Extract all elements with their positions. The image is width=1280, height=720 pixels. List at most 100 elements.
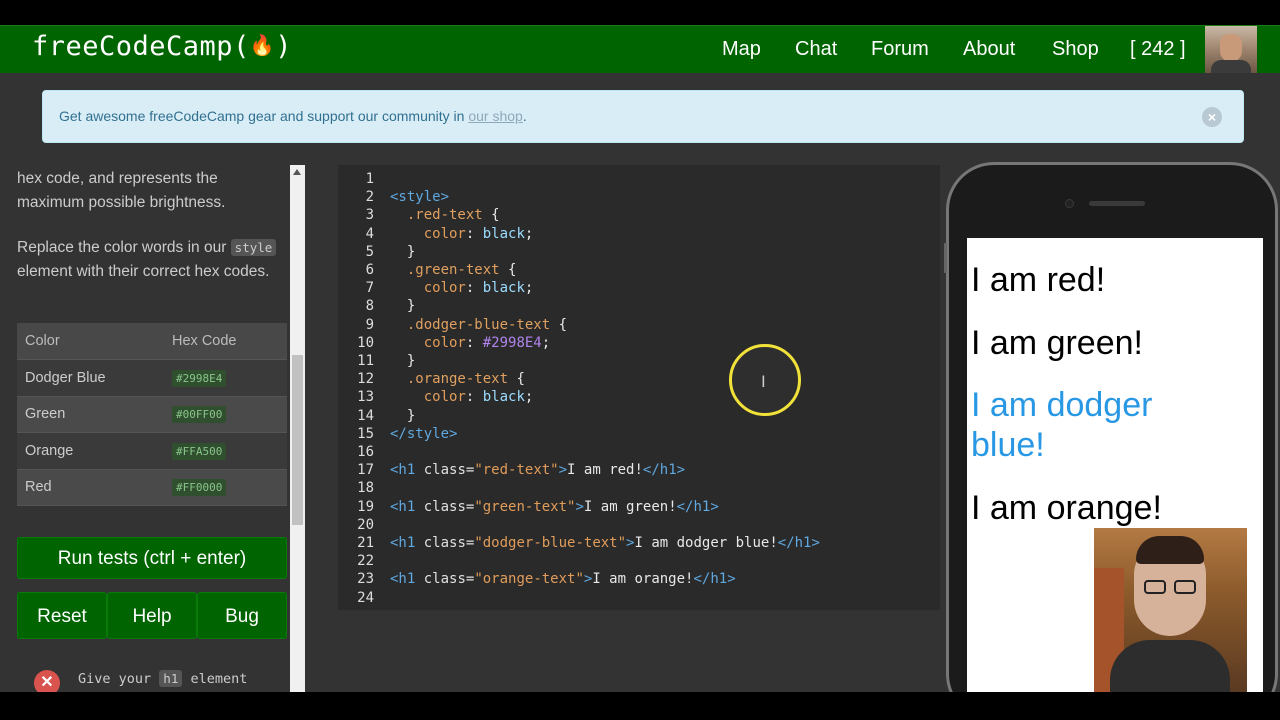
code-content[interactable]: color: #2998E4; [390,334,550,352]
code-content[interactable]: .orange-text { [390,370,525,388]
code-content[interactable]: } [390,297,415,315]
preview-heading-orange: I am orange! [971,489,1162,527]
line-number: 10 [357,334,374,351]
code-line[interactable]: 11 } [338,352,938,370]
code-line[interactable]: 3 .red-text { [338,206,938,224]
code-content[interactable]: } [390,352,415,370]
scroll-up-arrow-icon[interactable] [293,169,301,175]
avatar[interactable] [1205,26,1257,73]
points-counter[interactable]: [ 242 ] [1130,38,1186,61]
code-content[interactable]: </style> [390,425,457,443]
code-line[interactable]: 10 color: #2998E4; [338,334,938,352]
test-failed-icon: ✕ [34,670,60,692]
code-line[interactable]: 1 [338,170,938,188]
table-row: Green #00FF00 [17,396,287,433]
code-content[interactable]: <style> [390,188,449,206]
code-line[interactable]: 7 color: black; [338,279,938,297]
close-icon[interactable]: × [1202,107,1222,127]
test-description: Give your h1 element [78,670,248,687]
code-content[interactable]: color: black; [390,388,534,406]
code-line[interactable]: 12 .orange-text { [338,370,938,388]
instructions-scrollbar[interactable] [290,165,305,692]
code-content[interactable]: <h1 class="dodger-blue-text">I am dodger… [390,534,820,552]
nav-link-about[interactable]: About [963,38,1015,61]
table-cell-hex: #FF0000 [164,469,287,506]
screen: freeCodeCamp(🔥) Map Chat Forum About Sho… [0,0,1280,720]
nav-link-chat[interactable]: Chat [795,38,837,61]
line-number: 16 [357,444,374,460]
line-number: 11 [357,353,374,369]
line-number: 13 [357,389,374,406]
line-number: 12 [357,371,374,388]
preview-heading-dodger-blue: I am dodger blue! [971,386,1153,464]
code-line[interactable]: 22 [338,552,938,570]
nav-link-shop[interactable]: Shop [1052,38,1099,61]
banner-message: Get awesome freeCodeCamp gear and suppor… [59,108,469,124]
line-number: 7 [365,280,374,297]
code-content[interactable]: } [390,243,415,261]
line-number: 21 [357,535,374,551]
code-line[interactable]: 4 color: black; [338,225,938,243]
line-number: 15 [357,425,374,442]
code-line[interactable]: 16 [338,443,938,461]
code-content[interactable]: .green-text { [390,261,517,279]
line-number: 24 [357,589,374,606]
table-cell-hex: #2998E4 [164,359,287,397]
code-line[interactable]: 18 [338,479,938,497]
code-line[interactable]: 15 </style> [338,425,938,443]
code-content[interactable]: } [390,407,415,425]
code-line[interactable]: 20 [338,516,938,534]
bug-button[interactable]: Bug [197,592,287,639]
scrollbar-thumb[interactable] [292,355,303,525]
code-line[interactable]: 17 <h1 class="red-text">I am red!</h1> [338,461,938,479]
code-line[interactable]: 13 color: black; [338,388,938,406]
hex-code: #FFA500 [172,442,227,460]
line-number: 20 [357,516,374,533]
reset-button[interactable]: Reset [17,592,107,639]
help-button[interactable]: Help [107,592,197,639]
logo[interactable]: freeCodeCamp(🔥) [32,31,292,62]
color-table: Color Hex Code Dodger Blue #2998E4 Green… [17,323,287,506]
code-line[interactable]: 23 <h1 class="orange-text">I am orange!</… [338,570,938,588]
avatar-face [1220,34,1242,62]
line-number: 2 [365,189,374,206]
code-content[interactable]: <h1 class="orange-text">I am orange!</h1… [390,570,736,588]
code-line[interactable]: 6 .green-text { [338,261,938,279]
line-number: 3 [365,207,374,224]
instructions-paragraph-1: hex code, and represents the maximum pos… [17,170,226,211]
code-line[interactable]: 19 <h1 class="green-text">I am green!</h1… [338,498,938,516]
line-number: 22 [357,553,374,570]
code-line[interactable]: 21 <h1 class="dodger-blue-text">I am dodg… [338,534,938,552]
navbar: freeCodeCamp(🔥) Map Chat Forum About Sho… [0,25,1280,73]
code-content[interactable]: <h1 class="red-text">I am red!</h1> [390,461,685,479]
code-content[interactable]: color: black; [390,225,534,243]
glasses-icon [1174,580,1196,594]
code-content[interactable]: .red-text { [390,206,500,224]
code-editor[interactable]: 1 2 <style> 3 .red-text {4 color: black; 5 }… [338,165,940,610]
table-header-hex: Hex Code [164,323,287,360]
phone-speaker [1089,201,1145,206]
code-line[interactable]: 14 } [338,407,938,425]
webcam-person-body [1110,640,1230,692]
banner-shop-link[interactable]: our shop [468,108,522,124]
code-content[interactable]: .dodger-blue-text { [390,316,567,334]
table-cell-color: Dodger Blue [17,359,164,397]
phone-camera-icon [1065,199,1074,208]
code-line[interactable]: 5 } [338,243,938,261]
nav-link-forum[interactable]: Forum [871,38,929,61]
run-tests-button[interactable]: Run tests (ctrl + enter) [17,537,287,579]
code-content[interactable]: color: black; [390,279,534,297]
line-number: 4 [365,225,374,242]
code-content[interactable]: <h1 class="green-text">I am green!</h1> [390,498,719,516]
line-number: 17 [357,462,374,479]
code-line[interactable]: 24 [338,589,938,607]
letterbox-top [0,0,1280,25]
code-line[interactable]: 8 } [338,297,938,315]
preview-heading-green: I am green! [971,324,1143,362]
code-line[interactable]: 2 <style> [338,188,938,206]
nav-link-map[interactable]: Map [722,38,761,61]
code-line[interactable]: 9 .dodger-blue-text { [338,316,938,334]
avatar-shirt [1211,60,1251,73]
table-row: Dodger Blue #2998E4 [17,359,287,397]
test-text-suffix: element [190,671,248,687]
